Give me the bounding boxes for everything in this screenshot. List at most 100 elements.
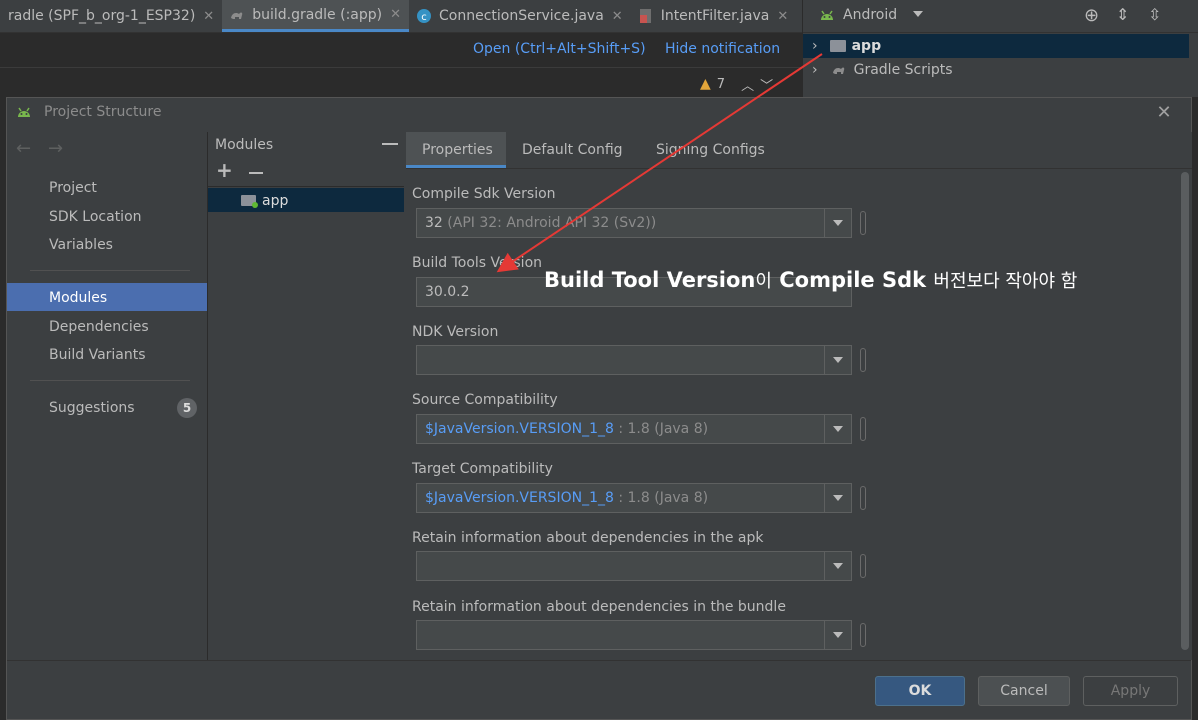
tab-default-config[interactable]: Default Config xyxy=(522,142,623,158)
chevron-up-icon[interactable]: ︿ xyxy=(741,75,754,94)
project-view-selector[interactable]: Android xyxy=(843,7,897,23)
editor-tab-root-gradle[interactable]: radle (SPF_b_org-1_ESP32) ✕ xyxy=(0,0,222,32)
nav-item-project[interactable]: Project xyxy=(49,180,97,196)
nav-item-variables[interactable]: Variables xyxy=(49,237,113,253)
notification-bar: Open (Ctrl+Alt+Shift+S) Hide notificatio… xyxy=(0,33,802,68)
retain-apk-combo[interactable] xyxy=(416,551,852,581)
collapse-all-icon[interactable]: ⇳ xyxy=(1148,5,1161,24)
close-icon[interactable]: ✕ xyxy=(390,7,401,22)
class-icon: c xyxy=(417,9,432,23)
target-compat-value: $JavaVersion.VERSION_1_8 xyxy=(425,490,614,506)
remove-module-icon[interactable] xyxy=(249,172,263,174)
field-options-button[interactable] xyxy=(860,211,866,235)
locate-icon[interactable]: ⊕ xyxy=(1084,5,1099,26)
project-tree-item-gradle-scripts[interactable]: › Gradle Scripts xyxy=(812,58,953,82)
folder-icon xyxy=(829,40,846,52)
modules-divider xyxy=(208,186,404,187)
add-module-icon[interactable]: + xyxy=(216,160,233,180)
field-options-button[interactable] xyxy=(860,486,866,510)
chevron-right-icon[interactable]: › xyxy=(812,62,818,78)
gradle-icon xyxy=(231,11,243,19)
editor-tab-connection-service[interactable]: c ConnectionService.java ✕ xyxy=(409,0,631,32)
editor-tab-build-gradle[interactable]: build.gradle (:app) ✕ xyxy=(222,0,410,32)
modules-header: Modules xyxy=(215,137,274,153)
project-panel-header: Android ⊕ ⇕ ⇳ xyxy=(803,0,1198,33)
gradle-icon xyxy=(832,67,844,74)
nav-item-modules[interactable]: Modules xyxy=(49,290,107,306)
source-compat-combo[interactable]: $JavaVersion.VERSION_1_8 : 1.8 (Java 8) xyxy=(416,414,852,444)
close-icon[interactable]: ✕ xyxy=(777,9,788,24)
tab-signing-configs[interactable]: Signing Configs xyxy=(656,142,765,158)
target-compat-hint: : 1.8 (Java 8) xyxy=(618,490,709,506)
tab-label: IntentFilter.java xyxy=(660,8,770,24)
cancel-button[interactable]: Cancel xyxy=(978,676,1070,706)
forward-arrow-icon[interactable]: → xyxy=(48,138,63,159)
tree-item-label: app xyxy=(851,38,882,54)
target-compat-label: Target Compatibility xyxy=(412,461,553,477)
field-options-button[interactable] xyxy=(860,554,866,578)
suggestions-badge: 5 xyxy=(177,398,197,418)
source-compat-label: Source Compatibility xyxy=(412,392,558,408)
tree-item-label: Gradle Scripts xyxy=(853,62,953,78)
nav-item-dependencies[interactable]: Dependencies xyxy=(49,319,149,335)
chevron-down-icon[interactable]: ﹀ xyxy=(760,75,773,94)
apply-button[interactable]: Apply xyxy=(1083,676,1178,706)
retain-apk-label: Retain information about dependencies in… xyxy=(412,530,764,546)
ok-button[interactable]: OK xyxy=(875,676,965,706)
build-tools-label: Build Tools Version xyxy=(412,255,543,271)
properties-scrollbar[interactable] xyxy=(1181,172,1189,650)
close-icon[interactable]: ✕ xyxy=(612,9,623,24)
module-item-app[interactable]: app xyxy=(208,188,404,212)
inspection-widget[interactable]: ▲ 7 ︿ ﹀ xyxy=(700,74,773,94)
nav-divider xyxy=(30,380,190,381)
dialog-title-text: Project Structure xyxy=(44,104,162,120)
project-tree-item-app[interactable]: › app xyxy=(803,34,1189,58)
nav-divider xyxy=(30,270,190,271)
compile-sdk-combo[interactable]: 32 (API 32: Android API 32 (Sv2)) xyxy=(416,208,852,238)
editor-tab-intent-filter[interactable]: IntentFilter.java ✕ xyxy=(631,0,797,32)
close-icon[interactable]: ✕ xyxy=(1154,104,1174,124)
retain-bundle-combo[interactable] xyxy=(416,620,852,650)
field-options-button[interactable] xyxy=(860,417,866,441)
hide-notification-link[interactable]: Hide notification xyxy=(665,41,780,57)
close-icon[interactable]: ✕ xyxy=(203,9,214,24)
dropdown-arrow-icon[interactable] xyxy=(913,11,923,17)
warning-icon: ▲ xyxy=(700,76,711,92)
dropdown-arrow-icon[interactable] xyxy=(824,209,851,237)
nav-item-build-variants[interactable]: Build Variants xyxy=(49,347,146,363)
minimize-icon[interactable] xyxy=(382,143,398,145)
module-status-dot xyxy=(252,202,258,208)
expand-all-icon[interactable]: ⇕ xyxy=(1116,5,1129,24)
field-options-button[interactable] xyxy=(860,348,866,372)
target-compat-combo[interactable]: $JavaVersion.VERSION_1_8 : 1.8 (Java 8) xyxy=(416,483,852,513)
nav-item-sdk-location[interactable]: SDK Location xyxy=(49,209,142,225)
nav-item-suggestions[interactable]: Suggestions xyxy=(49,400,135,416)
svg-text:c: c xyxy=(421,12,427,23)
compile-sdk-hint: (API 32: Android API 32 (Sv2)) xyxy=(447,215,657,231)
warning-count: 7 xyxy=(716,76,726,92)
source-compat-hint: : 1.8 (Java 8) xyxy=(618,421,709,437)
tab-properties[interactable]: Properties xyxy=(422,142,493,158)
dropdown-arrow-icon[interactable] xyxy=(824,621,851,649)
module-label: app xyxy=(262,193,289,209)
dialog-title: Project Structure xyxy=(14,104,161,120)
compile-sdk-label: Compile Sdk Version xyxy=(412,186,556,202)
dropdown-arrow-icon[interactable] xyxy=(824,415,851,443)
dialog-footer-divider xyxy=(7,660,1191,661)
annotation-main2: Compile Sdk xyxy=(779,268,927,292)
annotation-josa: 이 xyxy=(755,271,772,292)
tab-label: build.gradle (:app) xyxy=(252,6,383,23)
android-icon xyxy=(18,107,30,117)
dropdown-arrow-icon[interactable] xyxy=(824,552,851,580)
annotation-main: Build Tool Version xyxy=(544,268,756,292)
retain-bundle-label: Retain information about dependencies in… xyxy=(412,599,786,615)
dropdown-arrow-icon[interactable] xyxy=(824,484,851,512)
dropdown-arrow-icon[interactable] xyxy=(824,346,851,374)
chevron-right-icon[interactable]: › xyxy=(812,38,818,54)
ndk-combo[interactable] xyxy=(416,345,852,375)
java-file-icon xyxy=(639,9,651,23)
open-project-structure-link[interactable]: Open (Ctrl+Alt+Shift+S) xyxy=(473,41,646,57)
compile-sdk-value: 32 xyxy=(425,215,443,231)
field-options-button[interactable] xyxy=(860,623,866,647)
back-arrow-icon[interactable]: ← xyxy=(16,138,31,159)
